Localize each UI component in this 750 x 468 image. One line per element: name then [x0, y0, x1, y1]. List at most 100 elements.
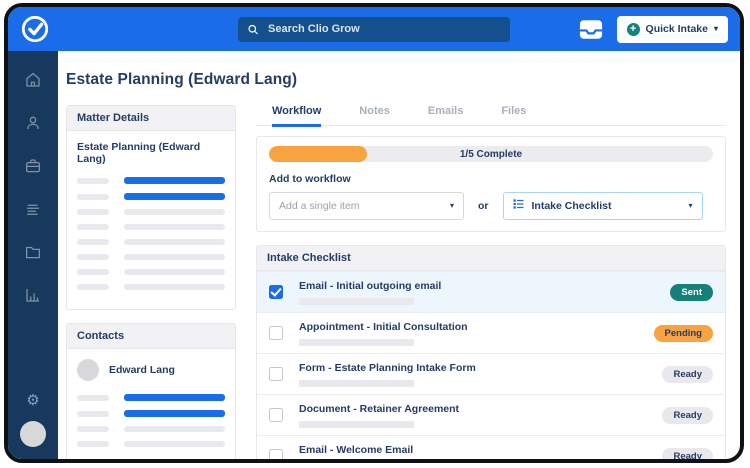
skeleton-label-bar — [77, 254, 109, 260]
intake-checklist-card: Intake Checklist Email - Initial outgoin… — [256, 245, 726, 459]
tab-notes[interactable]: Notes — [359, 105, 390, 125]
skeleton-value-bar — [124, 193, 225, 200]
skeleton-label-bar — [77, 441, 109, 447]
chevron-down-icon — [714, 25, 718, 33]
skeleton-label-bar — [77, 193, 109, 200]
skeleton-row — [77, 209, 225, 215]
checklist-items: Email - Initial outgoing email Sent Appo… — [257, 271, 725, 459]
skeleton-value-bar — [124, 177, 225, 184]
matter-skeleton-list — [77, 177, 225, 290]
intake-checklist-header: Intake Checklist — [257, 246, 725, 271]
contacts-icon[interactable] — [24, 114, 42, 132]
checklist-dropdown[interactable]: Intake Checklist — [502, 192, 703, 220]
plus-circle-icon — [626, 22, 640, 36]
skeleton-row — [77, 426, 225, 432]
contacts-card: Contacts Edward Lang — [66, 323, 236, 459]
checklist-item-title: Appointment - Initial Consultation — [299, 320, 468, 333]
matters-icon[interactable] — [24, 157, 42, 175]
tab-bar: Workflow Notes Emails Files — [256, 105, 726, 127]
item-checkbox[interactable] — [269, 367, 283, 381]
item-skeleton-line — [299, 420, 414, 428]
checklist-item-title: Document - Retainer Agreement — [299, 402, 460, 415]
contact-name: Edward Lang — [109, 364, 175, 376]
skeleton-value-bar — [124, 269, 225, 275]
skeleton-value-bar — [124, 209, 225, 215]
skeleton-row — [77, 269, 225, 275]
single-item-placeholder: Add a single item — [279, 200, 360, 212]
item-checkbox[interactable] — [269, 408, 283, 422]
checklist-item[interactable]: Document - Retainer Agreement Ready — [257, 394, 725, 435]
skeleton-label-bar — [77, 410, 109, 417]
tab-emails[interactable]: Emails — [428, 105, 463, 125]
search-input[interactable] — [266, 22, 501, 36]
inbox-icon[interactable] — [579, 19, 603, 40]
item-skeleton-line — [299, 297, 414, 305]
status-badge: Ready — [662, 365, 713, 383]
clio-grow-logo-icon[interactable] — [20, 14, 50, 44]
chevron-down-icon — [450, 202, 454, 210]
skeleton-row — [77, 177, 225, 184]
skeleton-value-bar — [124, 394, 225, 401]
skeleton-label-bar — [77, 269, 109, 275]
item-checkbox[interactable] — [269, 449, 283, 459]
tab-workflow[interactable]: Workflow — [272, 105, 322, 127]
top-bar: Quick Intake — [8, 7, 740, 51]
progress-bar: 1/5 Complete — [269, 146, 713, 162]
status-badge: Sent — [670, 283, 713, 301]
skeleton-label-bar — [77, 209, 109, 215]
documents-icon[interactable] — [24, 243, 42, 261]
skeleton-value-bar — [124, 224, 225, 230]
settings-gear-icon[interactable] — [26, 391, 39, 409]
home-icon[interactable] — [24, 71, 42, 89]
workflow-panel: 1/5 Complete Add to workflow Add a singl… — [256, 136, 726, 232]
page-title: Estate Planning (Edward Lang) — [66, 71, 298, 88]
add-to-workflow-label: Add to workflow — [269, 173, 351, 185]
skeleton-value-bar — [124, 284, 225, 290]
checklist-item[interactable]: Email - Welcome Email Ready — [257, 435, 725, 459]
reports-icon[interactable] — [24, 286, 42, 304]
skeleton-label-bar — [77, 239, 109, 245]
progress-label: 1/5 Complete — [459, 148, 523, 160]
checklist-item-title: Email - Welcome Email — [299, 443, 414, 456]
main-content: Estate Planning (Edward Lang) Matter Det… — [58, 51, 740, 459]
checklist-item-title: Email - Initial outgoing email — [299, 279, 442, 292]
skeleton-value-bar — [124, 441, 225, 447]
tab-files[interactable]: Files — [501, 105, 526, 125]
app-window: Quick Intake — [4, 3, 744, 463]
tasks-icon[interactable] — [24, 200, 42, 218]
skeleton-row — [77, 193, 225, 200]
list-icon — [513, 197, 525, 215]
skeleton-value-bar — [124, 254, 225, 260]
skeleton-label-bar — [77, 284, 109, 290]
skeleton-row — [77, 410, 225, 417]
item-skeleton-line — [299, 379, 414, 387]
skeleton-label-bar — [77, 426, 109, 432]
skeleton-row — [77, 441, 225, 447]
global-search[interactable] — [238, 16, 510, 42]
checklist-dropdown-value: Intake Checklist — [531, 200, 612, 212]
chevron-down-icon — [688, 202, 692, 210]
skeleton-value-bar — [124, 426, 225, 432]
item-checkbox[interactable] — [269, 285, 283, 299]
side-navigation — [8, 51, 58, 459]
contacts-header: Contacts — [67, 324, 235, 349]
or-label: or — [478, 200, 489, 212]
skeleton-label-bar — [77, 177, 109, 184]
item-checkbox[interactable] — [269, 326, 283, 340]
skeleton-label-bar — [77, 394, 109, 401]
skeleton-value-bar — [124, 239, 225, 245]
contact-row[interactable]: Edward Lang — [77, 359, 225, 381]
checklist-item[interactable]: Appointment - Initial Consultation Pendi… — [257, 312, 725, 353]
user-avatar[interactable] — [20, 421, 46, 447]
checklist-item-title: Form - Estate Planning Intake Form — [299, 361, 476, 374]
skeleton-row — [77, 239, 225, 245]
checklist-item[interactable]: Form - Estate Planning Intake Form Ready — [257, 353, 725, 394]
quick-intake-button[interactable]: Quick Intake — [616, 15, 728, 43]
skeleton-row — [77, 394, 225, 401]
status-badge: Ready — [662, 406, 713, 424]
skeleton-value-bar — [124, 410, 225, 417]
status-badge: Pending — [653, 324, 713, 342]
contact-avatar — [77, 359, 99, 381]
single-item-dropdown[interactable]: Add a single item — [269, 192, 464, 220]
checklist-item[interactable]: Email - Initial outgoing email Sent — [257, 271, 725, 312]
